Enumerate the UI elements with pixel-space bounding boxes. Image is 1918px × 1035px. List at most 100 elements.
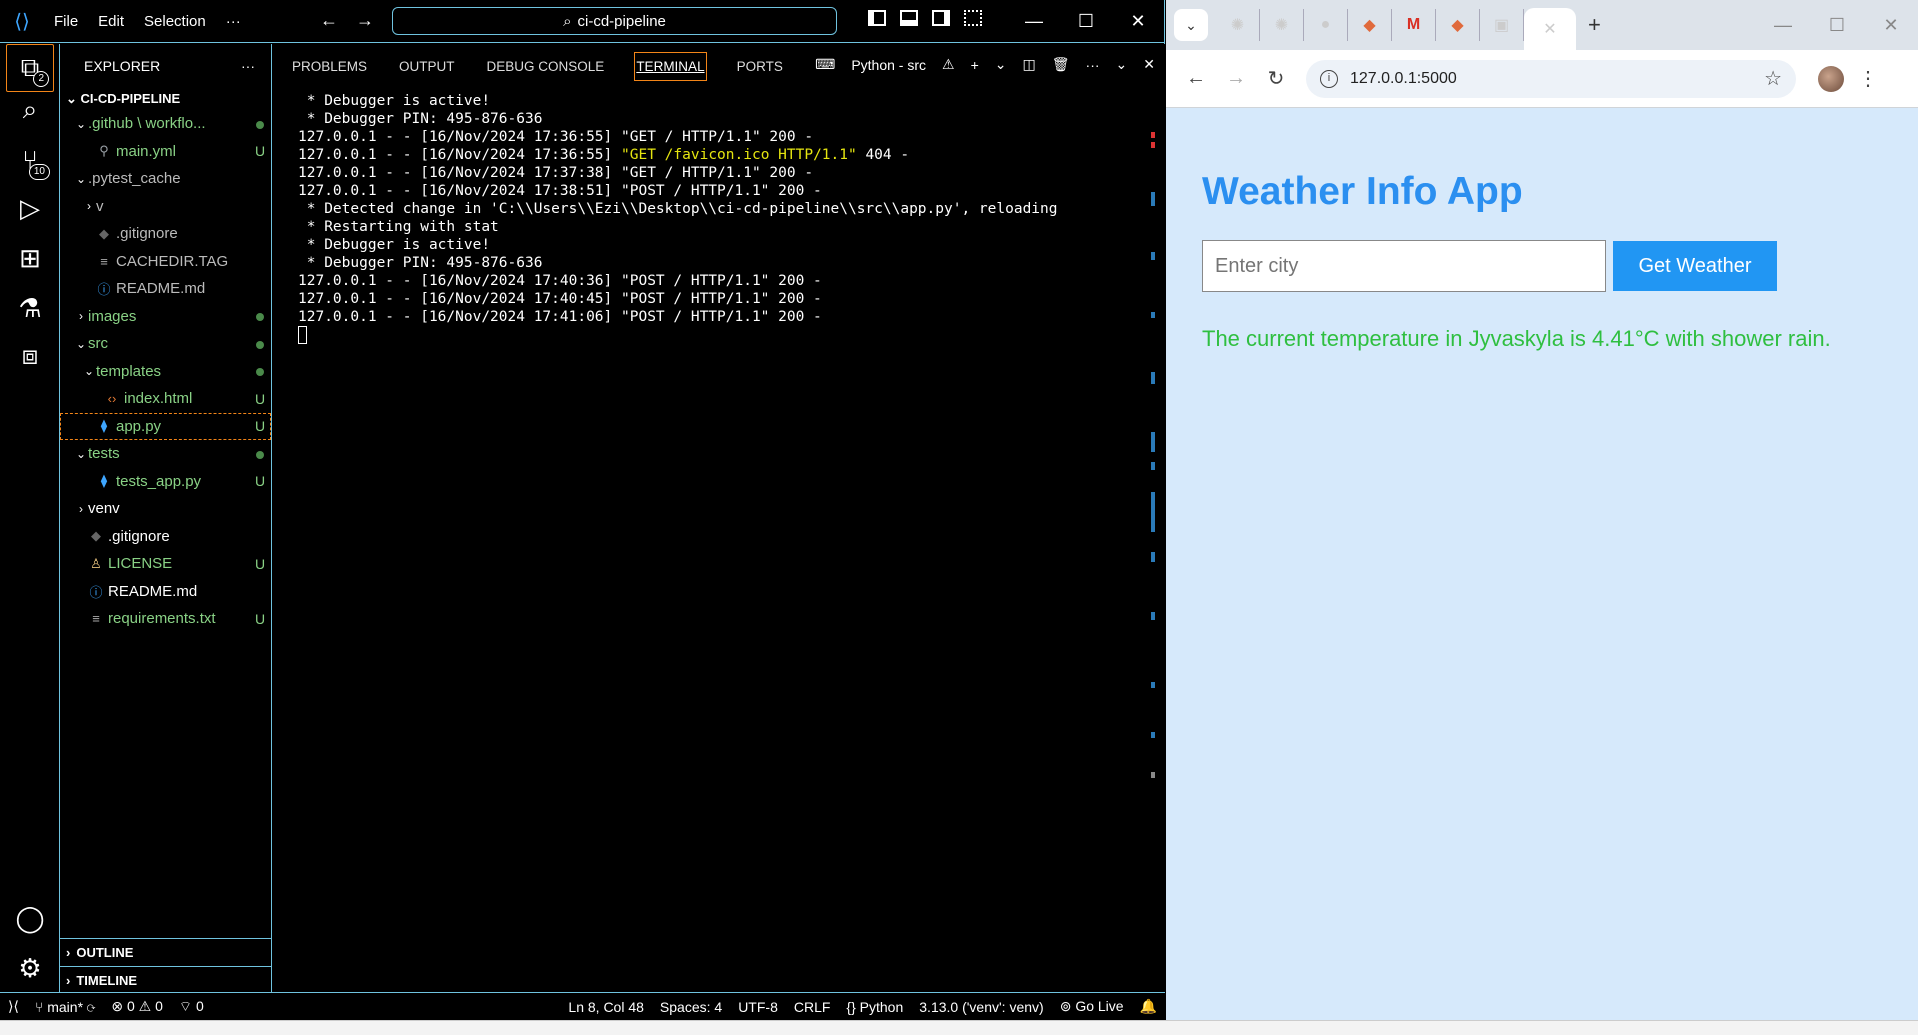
- explorer-icon[interactable]: ⧉ 2: [6, 44, 54, 92]
- accounts-icon[interactable]: ◯: [6, 894, 54, 942]
- new-tab-button[interactable]: +: [1588, 12, 1601, 38]
- branch-indicator[interactable]: ⑂ main* ⟳: [27, 999, 103, 1015]
- tree-folder[interactable]: ⌄ tests: [60, 440, 271, 468]
- tree-file[interactable]: ≡ CACHEDIR.TAG: [60, 248, 271, 276]
- browser-tab-4[interactable]: ◆: [1348, 9, 1392, 41]
- tab-debug-console[interactable]: DEBUG CONSOLE: [485, 53, 607, 80]
- tab-search-button[interactable]: ⌄: [1174, 9, 1208, 41]
- testing-icon[interactable]: ⚗: [6, 284, 54, 332]
- ports-indicator[interactable]: ⌔ 0: [171, 998, 212, 1016]
- close-panel-icon[interactable]: ✕: [1143, 56, 1155, 73]
- menu-file[interactable]: File: [44, 13, 88, 30]
- explorer-more-button[interactable]: ···: [241, 58, 255, 74]
- menu-more[interactable]: ···: [216, 13, 251, 30]
- maximize-icon[interactable]: ☐: [1060, 0, 1112, 43]
- terminal-prompt[interactable]: [298, 326, 1135, 344]
- profile-avatar[interactable]: [1818, 65, 1844, 92]
- toggle-panel-icon[interactable]: [900, 10, 918, 26]
- tree-folder[interactable]: ⌄ .github \ workflo...: [60, 110, 271, 138]
- tree-file[interactable]: ◆ .gitignore: [60, 523, 271, 551]
- tree-file[interactable]: ‹› index.html U: [60, 385, 271, 413]
- toggle-secondary-sidebar-icon[interactable]: [932, 10, 950, 26]
- reload-icon[interactable]: ↻: [1258, 66, 1294, 91]
- extensions-icon[interactable]: ⊞: [6, 234, 54, 282]
- remote-explorer-icon[interactable]: ⧈: [6, 332, 54, 380]
- menu-selection[interactable]: Selection: [134, 13, 216, 30]
- menu-edit[interactable]: Edit: [88, 13, 134, 30]
- browser-tab-github[interactable]: ●: [1304, 9, 1348, 41]
- terminal-name[interactable]: Python - src: [851, 57, 926, 73]
- terminal-output[interactable]: * Debugger is active! * Debugger PIN: 49…: [298, 92, 1135, 344]
- gear-icon[interactable]: ⚙: [6, 944, 54, 992]
- tree-file[interactable]: ♙ LICENSE U: [60, 550, 271, 578]
- back-icon[interactable]: ←: [1178, 67, 1214, 90]
- browser-tab-chatgpt-1[interactable]: ✺: [1216, 9, 1260, 41]
- tree-file[interactable]: ⧫ tests_app.py U: [60, 468, 271, 496]
- toggle-sidebar-icon[interactable]: [868, 10, 886, 26]
- remote-icon[interactable]: ⟩⟨: [0, 998, 27, 1015]
- trash-icon[interactable]: 🗑: [1052, 56, 1070, 73]
- more-actions-icon[interactable]: ···: [1086, 57, 1100, 73]
- tree-folder[interactable]: › venv: [60, 495, 271, 523]
- tab-output[interactable]: OUTPUT: [397, 53, 457, 80]
- new-terminal-icon[interactable]: +: [971, 57, 979, 73]
- tree-file[interactable]: ⚲ main.yml U: [60, 138, 271, 166]
- minimize-icon[interactable]: —: [1008, 0, 1060, 43]
- line-ending[interactable]: CRLF: [786, 999, 839, 1015]
- minimize-icon[interactable]: —: [1756, 0, 1810, 50]
- tree-file[interactable]: ⓘ README.md: [60, 275, 271, 303]
- browser-tab-gmail[interactable]: M: [1392, 9, 1436, 41]
- go-live-button[interactable]: ⊚ Go Live: [1052, 998, 1132, 1015]
- customize-layout-icon[interactable]: [964, 10, 982, 26]
- chevron-down-icon[interactable]: ⌄: [995, 56, 1007, 73]
- encoding[interactable]: UTF-8: [730, 999, 786, 1015]
- back-arrow-icon[interactable]: ←: [320, 10, 356, 30]
- browser-tab-active[interactable]: ✕: [1524, 8, 1576, 50]
- city-input[interactable]: [1202, 240, 1606, 292]
- maximize-icon[interactable]: ☐: [1810, 0, 1864, 50]
- tree-folder[interactable]: › v: [60, 193, 271, 221]
- split-terminal-icon[interactable]: ◫: [1023, 56, 1036, 73]
- tab-terminal[interactable]: TERMINAL: [634, 51, 707, 81]
- tree-folder[interactable]: ⌄ templates: [60, 358, 271, 386]
- tree-file[interactable]: ⧫ app.py U: [60, 412, 271, 440]
- run-debug-icon[interactable]: ▷: [6, 184, 54, 232]
- search-view-icon[interactable]: ⌕: [6, 86, 54, 134]
- bookmark-star-icon[interactable]: ☆: [1764, 66, 1782, 91]
- workspace-root[interactable]: ⌄ CI-CD-PIPELINE: [60, 88, 271, 110]
- close-tab-icon[interactable]: ✕: [1543, 19, 1556, 39]
- python-interpreter[interactable]: 3.13.0 ('venv': venv): [911, 999, 1051, 1015]
- tree-file[interactable]: ≡ requirements.txt U: [60, 605, 271, 633]
- browser-tab-7[interactable]: ▣: [1480, 9, 1524, 41]
- timeline-section[interactable]: › TIMELINE: [60, 966, 271, 994]
- close-icon[interactable]: ✕: [1864, 0, 1918, 50]
- bell-icon[interactable]: 🔔: [1132, 998, 1165, 1015]
- terminal-line: 127.0.0.1 - - [16/Nov/2024 17:41:06] "PO…: [298, 309, 822, 325]
- collapse-panel-icon[interactable]: ⌄: [1116, 56, 1128, 73]
- site-info-icon[interactable]: i: [1320, 69, 1338, 88]
- tab-problems[interactable]: PROBLEMS: [290, 53, 369, 80]
- indentation[interactable]: Spaces: 4: [652, 999, 730, 1015]
- forward-arrow-icon[interactable]: →: [356, 10, 392, 30]
- tab-ports[interactable]: PORTS: [735, 53, 785, 80]
- forward-icon[interactable]: →: [1218, 67, 1254, 90]
- browser-menu-icon[interactable]: ⋮: [1858, 66, 1878, 91]
- command-center-search[interactable]: ⌕ ci-cd-pipeline: [392, 7, 837, 35]
- tree-file[interactable]: ◆ .gitignore: [60, 220, 271, 248]
- language-mode[interactable]: {} Python: [838, 999, 911, 1015]
- browser-tab-6[interactable]: ◆: [1436, 9, 1480, 41]
- tree-folder[interactable]: ⌄ src: [60, 330, 271, 358]
- outline-section[interactable]: › OUTLINE: [60, 938, 271, 966]
- tree-file[interactable]: ⓘ README.md: [60, 578, 271, 606]
- cursor-position[interactable]: Ln 8, Col 48: [560, 999, 652, 1015]
- address-bar[interactable]: i 127.0.0.1:5000 ☆: [1306, 59, 1796, 98]
- warning-count: 0: [155, 998, 163, 1014]
- terminal-scrollbar[interactable]: [1151, 132, 1157, 972]
- tree-folder[interactable]: › images: [60, 303, 271, 331]
- get-weather-button[interactable]: Get Weather: [1613, 241, 1777, 291]
- browser-tab-chatgpt-2[interactable]: ✺: [1260, 9, 1304, 41]
- tree-folder[interactable]: ⌄ .pytest_cache: [60, 165, 271, 193]
- source-control-icon[interactable]: ⑂ 10: [6, 136, 54, 184]
- close-icon[interactable]: ✕: [1112, 0, 1164, 43]
- problems-indicator[interactable]: ⊗ 0 ⚠ 0: [103, 998, 171, 1015]
